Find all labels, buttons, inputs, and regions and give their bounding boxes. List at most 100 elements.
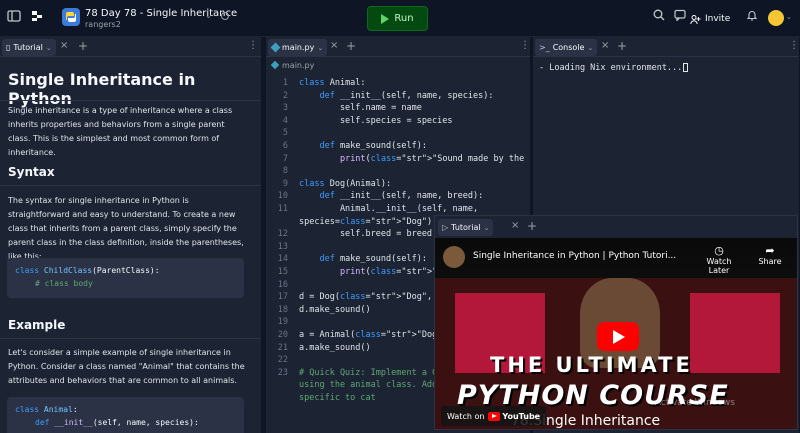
- line-number: 8: [282, 166, 288, 177]
- repl-title[interactable]: 78 Day 78 - Single Inheritance: [85, 8, 237, 19]
- line-number: 16: [277, 279, 288, 290]
- tutorial-intro: Single inheritance is a type of inherita…: [8, 106, 233, 157]
- play-button[interactable]: [597, 322, 639, 351]
- invite-button[interactable]: Invite: [690, 9, 730, 29]
- code-text: self.name = name: [299, 103, 422, 114]
- more-icon[interactable]: ⋮: [248, 40, 258, 51]
- more-icon[interactable]: ⋮: [789, 40, 799, 51]
- tab-console[interactable]: >_ Console ⌄: [535, 39, 598, 56]
- example-text: Let's consider a simple example of singl…: [8, 348, 245, 385]
- chevron-down-icon[interactable]: ⌄: [46, 44, 52, 52]
- code-line[interactable]: 3 self.name = name: [266, 102, 528, 115]
- tutorial-title: Single Inheritance in Python: [8, 70, 196, 108]
- add-tab-icon[interactable]: +: [78, 39, 88, 53]
- code-classname: Animal: [43, 405, 73, 414]
- more-icon[interactable]: ⋮: [520, 40, 530, 51]
- close-icon[interactable]: ×: [511, 220, 519, 231]
- terminal-icon: >_: [539, 43, 550, 52]
- watch-on-youtube-button[interactable]: Watch on YouTube: [441, 406, 547, 426]
- play-icon: [381, 13, 390, 24]
- run-button[interactable]: Run: [367, 6, 428, 31]
- chevron-down-icon[interactable]: ⌄: [317, 44, 323, 52]
- code-line[interactable]: 2 def __init__(self, name, species):: [266, 90, 528, 103]
- divider: [0, 338, 261, 339]
- divider: [0, 185, 261, 186]
- code-text: specific to cat: [299, 393, 376, 403]
- tab-main-py[interactable]: main.py ⌄: [268, 39, 328, 56]
- code-text: species=class="str">"Dog"): [299, 216, 433, 227]
- chevron-down-icon[interactable]: ⌄: [205, 11, 212, 20]
- add-tab-icon[interactable]: +: [527, 219, 537, 233]
- code-text: # Quick Quiz: Implement a C: [299, 367, 438, 378]
- chat-icon[interactable]: [671, 9, 689, 27]
- line-number: 2: [282, 90, 288, 101]
- youtube-label: YouTube: [502, 411, 541, 421]
- python-file-icon: [270, 42, 281, 53]
- line-number: 5: [282, 128, 288, 139]
- replit-logo-icon[interactable]: [28, 9, 46, 27]
- code-line[interactable]: 7 print(class="str">"Sound made by the a…: [266, 153, 530, 166]
- line-number: 23: [277, 367, 288, 378]
- tutorial-tabbar: ▯ Tutorial ⌄ × + ⋮: [0, 37, 261, 57]
- line-number: 1: [282, 78, 288, 88]
- code-text: self.species = species: [299, 115, 453, 126]
- example-heading: Example: [8, 318, 66, 332]
- code-function: __init__: [54, 418, 93, 427]
- line-number: 13: [277, 241, 288, 252]
- add-tab-icon[interactable]: +: [346, 39, 356, 53]
- add-tab-icon[interactable]: +: [617, 39, 627, 53]
- console-output[interactable]: - Loading Nix environment...: [539, 63, 689, 73]
- divider: [0, 100, 261, 101]
- video-panel: ▷ Tutorial ⌄ × + Single Inheritance in P…: [434, 215, 798, 430]
- cursor: [683, 63, 689, 72]
- breadcrumb[interactable]: main.py: [270, 60, 314, 70]
- code-line[interactable]: 8: [266, 165, 528, 178]
- video-title[interactable]: Single Inheritance in Python | Python Tu…: [473, 251, 676, 261]
- search-icon[interactable]: [650, 9, 668, 27]
- play-outline-icon: ▷: [442, 223, 449, 232]
- sidebar-toggle-icon[interactable]: [5, 9, 23, 27]
- repl-owner[interactable]: rangers2: [85, 20, 121, 29]
- code-line[interactable]: 5: [266, 127, 528, 140]
- code-line[interactable]: 6 def make_sound(self):: [266, 140, 528, 153]
- channel-avatar[interactable]: [443, 246, 465, 268]
- code-line[interactable]: 10 def __init__(self, name, breed):: [266, 190, 528, 203]
- watch-later-label: Watch Later: [706, 257, 732, 275]
- example-code-block: class Animal: def __init__(self, name, s…: [7, 397, 244, 433]
- share-label: Share: [758, 257, 782, 266]
- share-button[interactable]: ➦ Share: [755, 244, 785, 266]
- chevron-down-icon[interactable]: ⌄: [587, 44, 593, 52]
- close-icon[interactable]: ×: [330, 40, 338, 51]
- line-number: 3: [282, 103, 288, 114]
- code-text: def make_sound(self):: [319, 254, 427, 265]
- user-avatar[interactable]: [768, 10, 784, 26]
- tab-video-tutorial[interactable]: ▷ Tutorial ⌄: [438, 219, 494, 236]
- run-label: Run: [394, 13, 414, 24]
- code-text: class Animal:: [299, 78, 366, 88]
- video-background: [690, 293, 780, 373]
- youtube-embed[interactable]: Single Inheritance in Python | Python Tu…: [435, 238, 797, 429]
- code-classname: ChildClass: [43, 266, 93, 275]
- line-number: 12: [277, 229, 288, 240]
- code-line[interactable]: 9 class Dog(Animal):: [266, 178, 528, 191]
- repl-avatar-icon[interactable]: [62, 8, 80, 26]
- bell-icon[interactable]: [743, 9, 761, 27]
- line-number: 17: [277, 292, 288, 303]
- code-text: :: [72, 405, 78, 414]
- line-number: 11: [277, 204, 288, 214]
- code-comment: # class body: [35, 279, 93, 288]
- close-icon[interactable]: ×: [60, 40, 68, 51]
- line-number: 9: [282, 178, 288, 189]
- code-line[interactable]: 4 self.species = species: [266, 115, 528, 128]
- tab-tutorial[interactable]: ▯ Tutorial ⌄: [2, 39, 56, 56]
- chevron-down-icon[interactable]: ⌄: [786, 13, 792, 21]
- line-number: 22: [277, 355, 288, 366]
- line-number: 21: [277, 342, 288, 353]
- syntax-heading: Syntax: [8, 165, 55, 179]
- watch-later-button[interactable]: ◷ Watch Later: [697, 244, 741, 275]
- code-text: (self, name, species):: [92, 418, 199, 427]
- tab-label: Console: [552, 43, 585, 52]
- close-icon[interactable]: ×: [601, 40, 609, 51]
- chevron-down-icon[interactable]: ⌄: [484, 224, 490, 232]
- code-line[interactable]: 1 class Animal:: [266, 77, 528, 90]
